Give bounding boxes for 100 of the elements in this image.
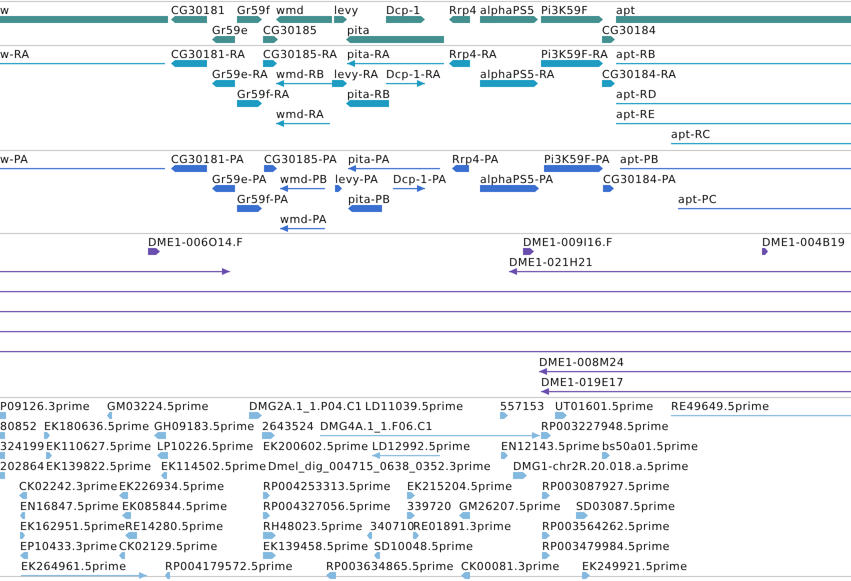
feature-label: wmd xyxy=(276,4,304,17)
feature-label: CG30181 xyxy=(171,4,226,17)
feature-label: 80852 xyxy=(0,420,38,433)
feature-label: RP003479984.5prime xyxy=(542,540,670,553)
feature-label: EK139458.5prime xyxy=(263,540,368,553)
feature-label: Gr59f xyxy=(237,4,270,17)
feature-label: w-PA xyxy=(0,153,28,166)
feature-label: GH09183.5prime xyxy=(154,420,255,433)
feature-label: pita-PA xyxy=(348,153,390,166)
feature-label: EK085844.5prime xyxy=(122,500,228,513)
feature-label: Gr59f-PA xyxy=(237,193,288,206)
feature-label: DMG2A.1_1.P04.C1 xyxy=(249,400,362,413)
feature-label: RE49649.5prime xyxy=(671,400,770,413)
feature-label: RP004253313.5prime xyxy=(263,480,391,493)
feature-label: CG30181-PA xyxy=(171,153,244,166)
feature-label: EK162951.5prime xyxy=(20,520,126,533)
feature-label: CG30184-RA xyxy=(602,68,676,81)
feature-label: w-RA xyxy=(0,48,30,61)
feature-label: LD11039.5prime xyxy=(365,400,464,413)
feature-label: EK226934.5prime xyxy=(119,480,224,493)
feature-label: EK114502.5prime xyxy=(161,460,266,473)
feature-label: Dmel_dig_004715_0638_0352.3prime xyxy=(268,460,491,473)
feature-label: alphaPS5-RA xyxy=(480,68,555,81)
feature-label: EK110627.5prime xyxy=(46,440,152,453)
feature-label: wmd-PA xyxy=(280,213,327,226)
feature-label: CG30184-PA xyxy=(603,173,676,186)
feature-label: DMG1-chr2R.20.018.a.5prime xyxy=(513,460,689,473)
feature-label: pita-RA xyxy=(347,48,390,61)
feature-label: UT01601.5prime xyxy=(555,400,654,413)
feature-label: alphaPS5 xyxy=(480,4,535,17)
feature-label: RE01891.3prime xyxy=(413,520,512,533)
feature-label: Pi3K59F-PA xyxy=(544,153,610,166)
feature-label: Dcp-1 xyxy=(386,4,421,17)
feature-label: EK139822.5prime xyxy=(46,460,152,473)
feature-label: apt-RE xyxy=(616,108,656,121)
feature-label: apt-RB xyxy=(616,48,656,61)
feature-label: levy-RA xyxy=(334,68,378,81)
feature-label: Pi3K59F-RA xyxy=(541,48,608,61)
feature-label: EK215204.5prime xyxy=(407,480,512,493)
feature-label: DME1-008M24 xyxy=(539,356,624,369)
feature-label: CG30185-RA xyxy=(263,48,338,61)
feature-label: CG30185-PA xyxy=(264,153,338,166)
feature-label: DME1-021H21 xyxy=(509,256,594,269)
feature-label: RP003227948.5prime xyxy=(541,420,669,433)
feature-label: apt-RC xyxy=(671,128,710,141)
feature-label: Pi3K59F xyxy=(541,4,588,17)
feature-label: apt xyxy=(616,4,636,17)
feature-label: EK200602.5prime xyxy=(263,440,368,453)
feature-label: EP10433.3prime xyxy=(20,540,118,553)
feature-label: DME1-006O14.F xyxy=(148,236,244,249)
feature-label: 557153 xyxy=(500,400,545,413)
feature-label: DMG4A.1_1.F06.C1 xyxy=(320,420,434,433)
feature-label: Rrp4 xyxy=(449,4,477,17)
feature-label: CK02129.5prime xyxy=(119,540,218,553)
feature-label: RE14280.5prime xyxy=(125,520,224,533)
feature-label: Rrp4-PA xyxy=(452,153,499,166)
feature-label: DME1-004B19 xyxy=(762,236,846,249)
feature-label: EN12143.5prime xyxy=(501,440,600,453)
feature-label: wmd-PB xyxy=(280,173,328,186)
feature-label: CG30181-RA xyxy=(171,48,246,61)
feature-label: Rrp4-RA xyxy=(449,48,497,61)
feature-label: CK02242.3prime xyxy=(19,480,118,493)
feature-label: pita-PB xyxy=(348,193,390,206)
feature-label: 324199 xyxy=(0,440,45,453)
feature-label: RP004179572.5prime xyxy=(165,560,293,573)
feature-label: LD12992.5prime xyxy=(372,440,470,453)
feature-label: 202864 xyxy=(0,460,45,473)
feature-label: RP003564262.5prime xyxy=(542,520,670,533)
feature-label: SD10048.5prime xyxy=(374,540,474,553)
feature-label: EN16847.5prime xyxy=(20,500,120,513)
feature-label: 340710 xyxy=(370,520,415,533)
feature-label: EK180636.5prime xyxy=(44,420,150,433)
feature-label: RH48023.5prime xyxy=(263,520,363,533)
feature-label: RP003634865.5prime xyxy=(326,560,454,573)
feature-label: Dcp-1-RA xyxy=(386,68,441,81)
feature-label: DME1-009I16.F xyxy=(523,236,613,249)
feature-label: LP10226.5prime xyxy=(157,440,254,453)
feature-label: apt-PC xyxy=(678,193,718,206)
feature-label: DME1-019E17 xyxy=(541,376,624,389)
feature-label: GM03224.5prime xyxy=(107,400,209,413)
feature-label: wmd-RB xyxy=(276,68,325,81)
feature-label: 2643524 xyxy=(262,420,314,433)
feature-label: Dcp-1-PA xyxy=(393,173,446,186)
feature-label: Gr59e-PA xyxy=(212,173,267,186)
feature-label: Gr59e-RA xyxy=(212,68,268,81)
feature-label: alphaPS5-PA xyxy=(480,173,554,186)
feature-label: Gr59e xyxy=(212,24,248,37)
feature-label: CG30185 xyxy=(263,24,318,37)
feature-label: SD03087.5prime xyxy=(576,500,676,513)
feature-label: wmd-RA xyxy=(276,108,324,121)
feature-label: CG30184 xyxy=(602,24,656,37)
feature-label: pita xyxy=(347,24,370,37)
feature-label: levy xyxy=(334,4,359,17)
feature-label: EK249921.5prime xyxy=(582,560,688,573)
feature-label: RP004327056.5prime xyxy=(263,500,391,513)
feature-label: pita-RB xyxy=(347,88,390,101)
feature-label: Gr59f-RA xyxy=(237,88,290,101)
feature-label: CK00081.3prime xyxy=(461,560,560,573)
feature-label: bs50a01.5prime xyxy=(602,440,698,453)
feature-label: P09126.3prime xyxy=(0,400,90,413)
